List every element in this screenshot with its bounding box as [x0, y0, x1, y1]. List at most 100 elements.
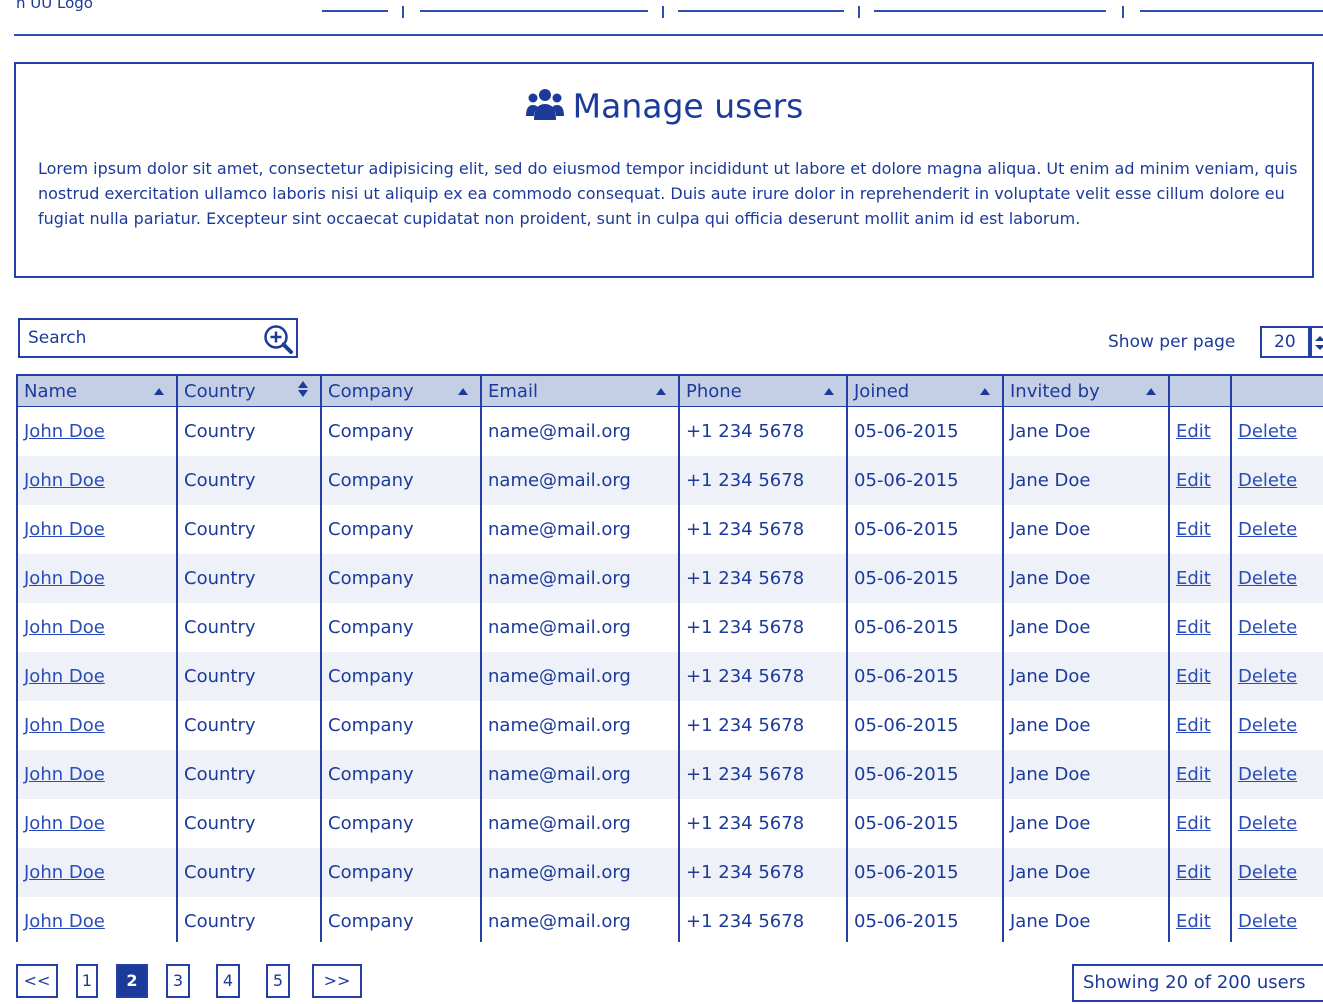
search-input[interactable]: [28, 326, 256, 350]
edit-link[interactable]: Edit: [1176, 470, 1211, 491]
company-cell: Company: [328, 519, 414, 540]
name-link[interactable]: John Doe: [24, 715, 105, 736]
results-summary: Showing 20 of 200 users: [1072, 964, 1323, 1002]
nav-item[interactable]: [322, 10, 388, 12]
email-cell: name@mail.org: [488, 617, 631, 638]
phone-cell: +1 234 5678: [686, 568, 805, 589]
per-page-select[interactable]: 20: [1260, 326, 1310, 358]
edit-link[interactable]: Edit: [1176, 764, 1211, 785]
delete-link[interactable]: Delete: [1238, 568, 1297, 589]
column-header-phone[interactable]: Phone: [678, 374, 847, 407]
table-cell: 05-06-2015: [846, 848, 1003, 897]
table-cell: Delete: [1230, 554, 1323, 603]
nav-divider: [1122, 6, 1124, 18]
sort-asc-icon[interactable]: [824, 388, 834, 395]
page-button-1[interactable]: 1: [76, 964, 98, 998]
table-cell: 05-06-2015: [846, 750, 1003, 799]
prev-page-button[interactable]: <<: [16, 964, 58, 998]
edit-link[interactable]: Edit: [1176, 617, 1211, 638]
sort-both-icon[interactable]: [298, 381, 308, 399]
page-button-4[interactable]: 4: [216, 964, 240, 998]
edit-link[interactable]: Edit: [1176, 862, 1211, 883]
name-link[interactable]: John Doe: [24, 568, 105, 589]
sort-asc-icon[interactable]: [1146, 388, 1156, 395]
email-cell: name@mail.org: [488, 764, 631, 785]
table-cell: Delete: [1230, 848, 1323, 897]
table-cell: John Doe: [16, 554, 177, 603]
nav-divider: [662, 6, 664, 18]
logo[interactable]: n UU Logo: [16, 0, 93, 12]
page-button-2[interactable]: 2: [116, 964, 148, 998]
edit-link[interactable]: Edit: [1176, 911, 1211, 932]
delete-link[interactable]: Delete: [1238, 421, 1297, 442]
name-link[interactable]: John Doe: [24, 813, 105, 834]
per-page-stepper[interactable]: [1310, 326, 1323, 358]
table-cell: Jane Doe: [1002, 406, 1169, 456]
table-cell: John Doe: [16, 456, 177, 505]
edit-link[interactable]: Edit: [1176, 813, 1211, 834]
column-header-email[interactable]: Email: [480, 374, 679, 407]
table-row: John Doe Country Company name@mail.org +1 23…: [16, 897, 1323, 942]
delete-link[interactable]: Delete: [1238, 911, 1297, 932]
name-link[interactable]: John Doe: [24, 470, 105, 491]
delete-link[interactable]: Delete: [1238, 617, 1297, 638]
company-cell: Company: [328, 911, 414, 932]
edit-link[interactable]: Edit: [1176, 715, 1211, 736]
table-cell: John Doe: [16, 848, 177, 897]
edit-link[interactable]: Edit: [1176, 519, 1211, 540]
table-row: John Doe Country Company name@mail.org +1 23…: [16, 652, 1323, 701]
delete-link[interactable]: Delete: [1238, 519, 1297, 540]
page-button-5[interactable]: 5: [266, 964, 290, 998]
sort-asc-icon[interactable]: [980, 388, 990, 395]
table-row: John Doe Country Company name@mail.org +1 23…: [16, 505, 1323, 554]
column-header-label: Email: [488, 380, 538, 402]
table-cell: Company: [320, 848, 481, 897]
nav-item[interactable]: [678, 10, 844, 12]
country-cell: Country: [184, 666, 256, 687]
column-header-country[interactable]: Country: [176, 374, 321, 407]
delete-link[interactable]: Delete: [1238, 715, 1297, 736]
edit-link[interactable]: Edit: [1176, 421, 1211, 442]
zoom-in-icon[interactable]: [262, 323, 294, 359]
name-link[interactable]: John Doe: [24, 421, 105, 442]
name-link[interactable]: John Doe: [24, 666, 105, 687]
delete-link[interactable]: Delete: [1238, 764, 1297, 785]
delete-link[interactable]: Delete: [1238, 666, 1297, 687]
name-link[interactable]: John Doe: [24, 764, 105, 785]
table-cell: Edit: [1168, 701, 1231, 750]
page-button-3[interactable]: 3: [166, 964, 190, 998]
name-link[interactable]: John Doe: [24, 519, 105, 540]
next-page-button[interactable]: >>: [312, 964, 362, 998]
invited-by-cell: Jane Doe: [1010, 764, 1091, 785]
column-header-company[interactable]: Company: [320, 374, 481, 407]
column-header-invited-by[interactable]: Invited by: [1002, 374, 1169, 407]
table-cell: Jane Doe: [1002, 652, 1169, 701]
edit-link[interactable]: Edit: [1176, 666, 1211, 687]
delete-link[interactable]: Delete: [1238, 813, 1297, 834]
joined-cell: 05-06-2015: [854, 666, 959, 687]
name-link[interactable]: John Doe: [24, 617, 105, 638]
table-row: John Doe Country Company name@mail.org +1 23…: [16, 701, 1323, 750]
column-header-joined[interactable]: Joined: [846, 374, 1003, 407]
delete-link[interactable]: Delete: [1238, 470, 1297, 491]
table-cell: Delete: [1230, 456, 1323, 505]
sort-asc-icon[interactable]: [656, 388, 666, 395]
table-cell: Company: [320, 456, 481, 505]
sort-asc-icon[interactable]: [154, 388, 164, 395]
column-header-label: Phone: [686, 380, 742, 402]
delete-link[interactable]: Delete: [1238, 862, 1297, 883]
sort-asc-icon[interactable]: [458, 388, 468, 395]
table-cell: name@mail.org: [480, 554, 679, 603]
invited-by-cell: Jane Doe: [1010, 470, 1091, 491]
nav-item[interactable]: [874, 10, 1106, 12]
name-link[interactable]: John Doe: [24, 911, 105, 932]
invited-by-cell: Jane Doe: [1010, 911, 1091, 932]
phone-cell: +1 234 5678: [686, 911, 805, 932]
column-header-name[interactable]: Name: [16, 374, 177, 407]
edit-link[interactable]: Edit: [1176, 568, 1211, 589]
name-link[interactable]: John Doe: [24, 862, 105, 883]
table-cell: John Doe: [16, 652, 177, 701]
table-cell: 05-06-2015: [846, 652, 1003, 701]
nav-item[interactable]: [420, 10, 648, 12]
nav-item[interactable]: [1140, 10, 1323, 12]
